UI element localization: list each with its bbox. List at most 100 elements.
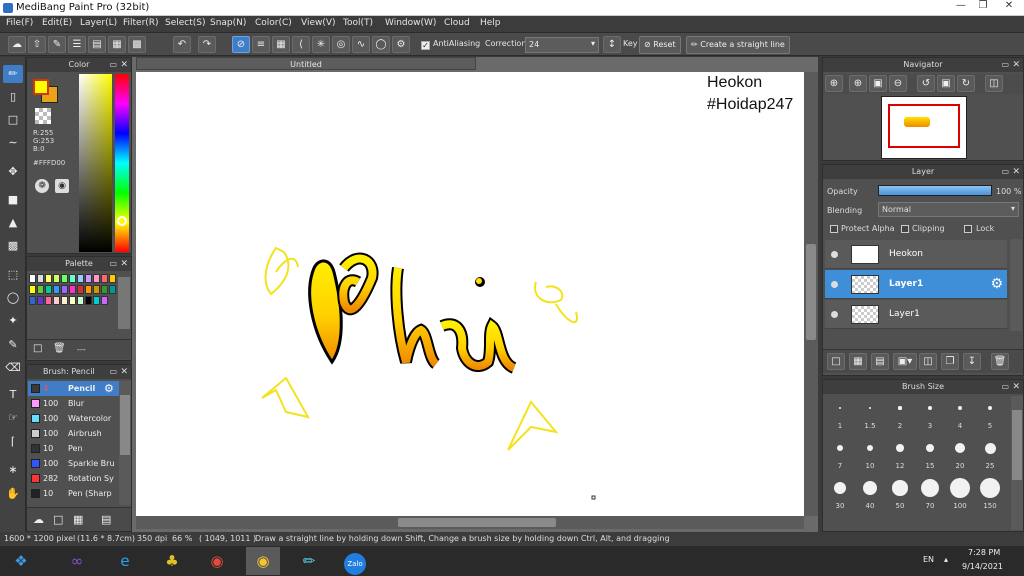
close-icon[interactable]: ✕ — [1012, 165, 1020, 179]
close-icon[interactable]: ✕ — [120, 58, 128, 72]
undo-icon[interactable]: ↶ — [173, 36, 191, 53]
fit-icon[interactable]: ▣ — [869, 75, 887, 92]
restore-icon[interactable]: ❐ — [972, 0, 994, 14]
palette-swatch[interactable] — [101, 285, 108, 294]
eraser-tool-icon[interactable]: ▯ — [3, 88, 23, 106]
merge-down-icon[interactable]: ↧ — [963, 353, 981, 370]
hand-tool-icon[interactable]: ✋ — [3, 485, 23, 503]
brush-size-option[interactable]: 50 — [885, 476, 915, 510]
snap-settings-icon[interactable]: ⚙ — [392, 36, 410, 53]
visibility-icon[interactable] — [831, 251, 838, 258]
brush-size-option[interactable]: 5 — [975, 396, 1005, 430]
pin-icon[interactable]: ▭ — [109, 365, 117, 379]
visibility-icon[interactable] — [831, 311, 838, 318]
opacity-slider[interactable] — [878, 185, 992, 196]
rotate-right-icon[interactable]: ↻ — [957, 75, 975, 92]
grid-snap-icon[interactable]: ▦ — [272, 36, 290, 53]
brush-size-option[interactable]: 70 — [915, 476, 945, 510]
palette-swatch[interactable] — [37, 285, 44, 294]
brush-item[interactable]: 100 Blur — [28, 396, 119, 411]
brush-size-option[interactable]: 10 — [855, 436, 885, 470]
horizontal-scrollbar[interactable] — [136, 516, 804, 529]
hue-handle[interactable] — [117, 216, 127, 226]
new-halftone-layer-icon[interactable]: ▦ — [849, 353, 867, 370]
operation-tool-icon[interactable]: ☞ — [3, 409, 23, 427]
new-layer-icon[interactable]: □ — [827, 353, 845, 370]
blending-select[interactable]: Normal ▾ — [878, 202, 1019, 217]
brush-size-option[interactable]: 12 — [885, 436, 915, 470]
menu-tool[interactable]: Tool(T) — [343, 18, 373, 28]
select-pen-tool-icon[interactable]: ✎ — [3, 336, 23, 354]
menu-view[interactable]: View(V) — [301, 18, 336, 28]
menu-color[interactable]: Color(C) — [255, 18, 292, 28]
palette-swatch[interactable] — [53, 274, 60, 283]
palette-swatch[interactable] — [69, 285, 76, 294]
saturation-brightness-field[interactable] — [79, 74, 112, 252]
perspective-snap-icon[interactable]: ⟨ — [292, 36, 310, 53]
menu-layer[interactable]: Layer(L) — [80, 18, 117, 28]
new-8bit-layer-icon[interactable]: ▤ — [871, 353, 889, 370]
duplicate-layer-icon[interactable]: ❐ — [941, 353, 959, 370]
move-tool-icon[interactable]: ✥ — [3, 163, 23, 181]
palette-swatch[interactable] — [29, 274, 36, 283]
brush-size-option[interactable]: 7 — [825, 436, 855, 470]
brush-scroll-thumb[interactable] — [120, 395, 130, 455]
pin-icon[interactable]: ▭ — [1001, 165, 1009, 179]
palette-swatch[interactable] — [37, 296, 44, 305]
color-wheel-icon[interactable]: ❁ — [35, 179, 49, 193]
share-icon[interactable]: ⇧ — [28, 36, 46, 53]
pen-tool-icon[interactable]: ∗ — [3, 461, 23, 479]
palette-swatch[interactable] — [29, 285, 36, 294]
palette-swatch[interactable] — [29, 296, 36, 305]
transparent-color-swatch[interactable] — [35, 108, 51, 124]
menu-window[interactable]: Window(W) — [385, 18, 436, 28]
palette-swatch[interactable] — [93, 274, 100, 283]
redo-icon[interactable]: ↷ — [198, 36, 216, 53]
new-palette-icon[interactable]: □ — [33, 343, 46, 356]
cloud-brush-icon[interactable]: ☁ — [33, 513, 44, 526]
menu-edit[interactable]: Edit(E) — [42, 18, 72, 28]
palette-swatch[interactable] — [53, 285, 60, 294]
game-icon[interactable]: ♣ — [155, 547, 189, 575]
folder-icon[interactable]: ◫ — [919, 353, 937, 370]
brush-item[interactable]: 4 Pencil ⚙ — [28, 381, 119, 396]
color-picker-icon[interactable]: ◉ — [55, 179, 69, 193]
magic-wand-tool-icon[interactable]: ✦ — [3, 312, 23, 330]
close-icon[interactable]: ✕ — [998, 0, 1020, 14]
circle-snap-icon[interactable]: ◎ — [332, 36, 350, 53]
menu-file[interactable]: File(F) — [6, 18, 33, 28]
rectangle-tool-icon[interactable]: □ — [3, 111, 23, 129]
lock-checkbox[interactable] — [964, 225, 972, 233]
vertical-scroll-thumb[interactable] — [806, 244, 816, 340]
palette-swatch[interactable] — [77, 296, 84, 305]
document-icon[interactable]: ▤ — [88, 36, 106, 53]
navigator-preview[interactable] — [881, 96, 967, 159]
brush-scrollbar[interactable] — [119, 381, 131, 505]
list-icon[interactable]: ☰ — [68, 36, 86, 53]
palette-swatch[interactable] — [61, 274, 68, 283]
palette-swatch[interactable] — [77, 285, 84, 294]
brush-size-option[interactable]: 150 — [975, 476, 1005, 510]
menu-cloud[interactable]: Cloud — [444, 18, 470, 28]
gear-icon[interactable]: ⚙ — [104, 381, 114, 396]
brush-item[interactable]: 100 Watercolor — [28, 411, 119, 426]
brush-size-option[interactable]: 30 — [825, 476, 855, 510]
reset-button[interactable]: ⊘ Reset — [639, 36, 681, 54]
paint-icon[interactable]: ✏ — [292, 547, 326, 575]
brush-size-option[interactable]: 4 — [945, 396, 975, 430]
snap-off-icon[interactable]: ⊘ — [232, 36, 250, 53]
rotate-left-icon[interactable]: ↺ — [917, 75, 935, 92]
palette-swatch[interactable] — [109, 285, 116, 294]
vertical-scrollbar[interactable] — [804, 72, 818, 516]
radial-snap-icon[interactable]: ✳ — [312, 36, 330, 53]
straight-line-button[interactable]: ✏ Create a straight line — [686, 36, 790, 54]
gear-icon[interactable]: ⚙ — [990, 276, 1003, 292]
palette-swatch[interactable] — [85, 274, 92, 283]
protect-alpha-checkbox[interactable] — [830, 225, 838, 233]
primary-color-swatch[interactable] — [33, 79, 49, 95]
windows-start-icon[interactable]: ❖ — [4, 547, 38, 575]
trash-icon[interactable]: 🗑 — [53, 343, 66, 356]
brush-size-option[interactable]: 40 — [855, 476, 885, 510]
pin-icon[interactable]: ▭ — [109, 257, 117, 271]
palette-swatch[interactable] — [101, 274, 108, 283]
